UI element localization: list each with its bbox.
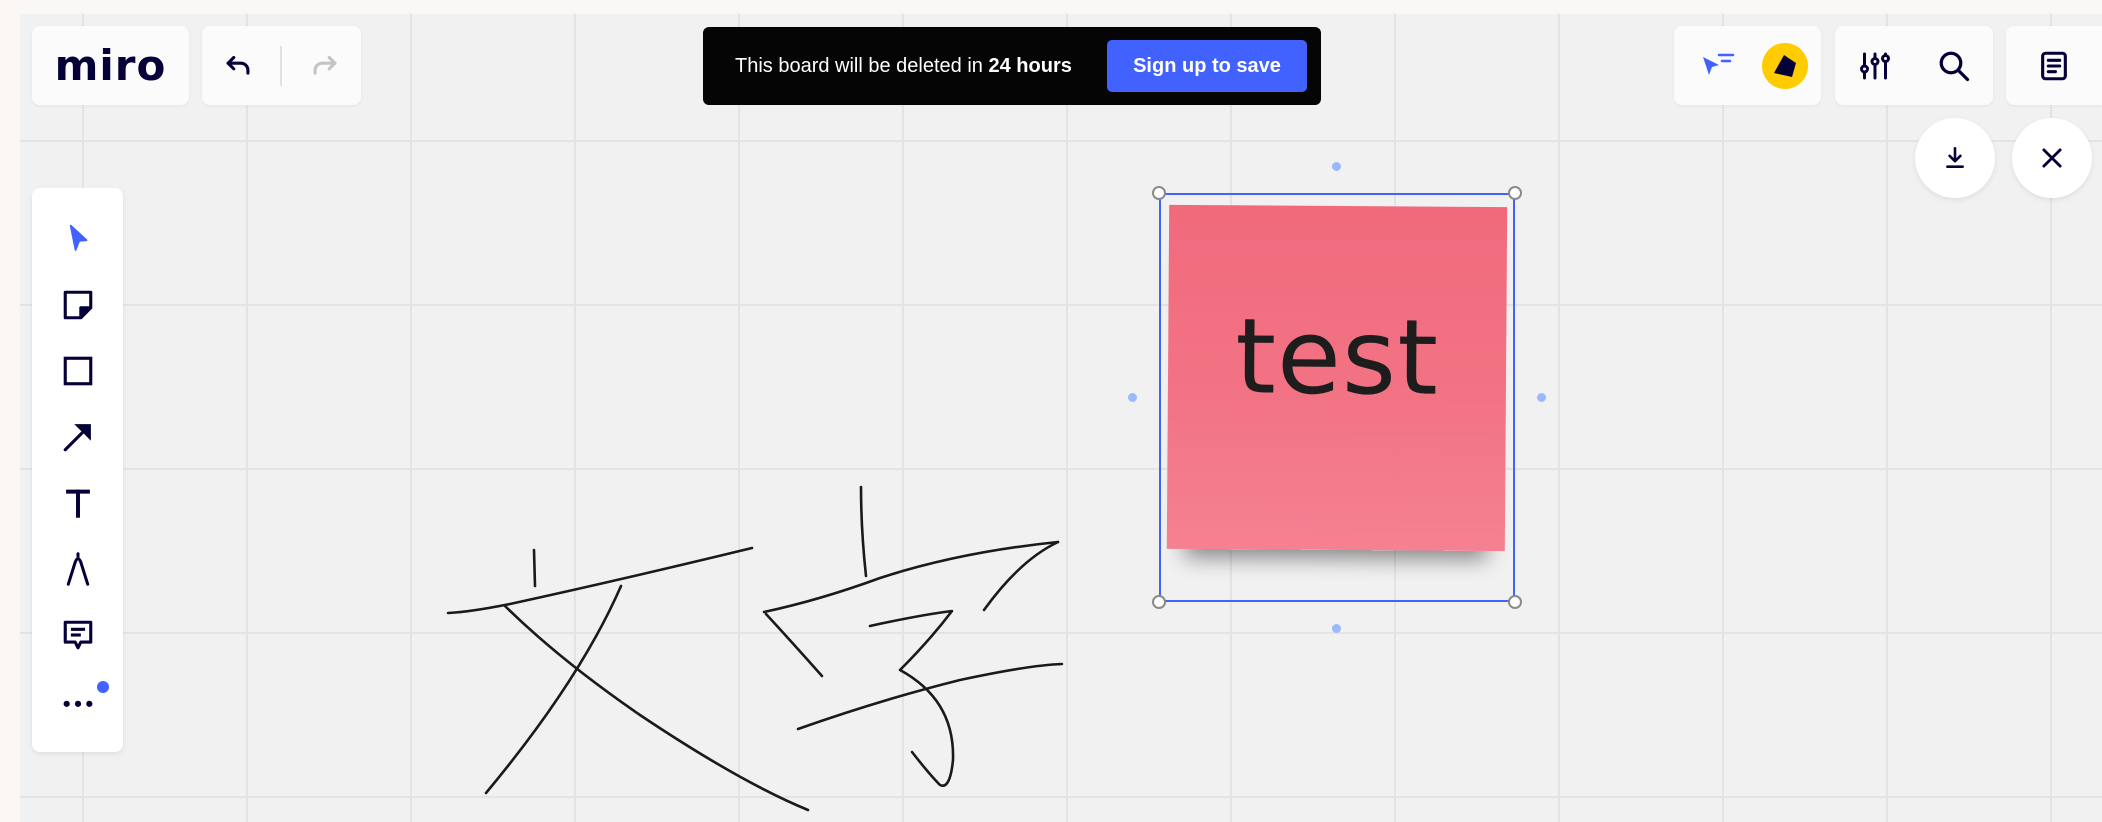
document-icon <box>2041 51 2067 80</box>
deletion-warning-banner: This board will be deleted in 24 hours S… <box>703 27 1321 105</box>
search-button[interactable] <box>1924 36 1984 96</box>
creation-toolbar <box>32 188 123 752</box>
comment-icon <box>63 620 92 650</box>
connection-point-bottom[interactable] <box>1332 624 1341 633</box>
close-icon <box>2042 148 2062 168</box>
miro-logo: miro <box>54 41 167 90</box>
sticky-note-tool[interactable] <box>32 275 123 335</box>
more-icon <box>63 700 92 707</box>
redo-button[interactable] <box>295 36 355 96</box>
connection-point-top[interactable] <box>1332 162 1341 171</box>
notes-button[interactable] <box>2024 36 2084 96</box>
arrow-line-icon <box>63 424 91 452</box>
sliders-icon <box>1859 52 1890 79</box>
sticky-note-text[interactable]: test <box>1235 295 1440 418</box>
notification-dot <box>97 681 109 693</box>
resize-handle-top-left[interactable] <box>1152 186 1166 200</box>
search-icon <box>1939 51 1969 81</box>
toolbar-divider <box>280 45 283 86</box>
pen-tool[interactable] <box>32 539 123 599</box>
download-icon <box>1946 146 1964 168</box>
undo-button[interactable] <box>208 36 268 96</box>
board-canvas[interactable] <box>20 14 2102 822</box>
settings-button[interactable] <box>1845 36 1905 96</box>
undo-icon <box>226 55 250 75</box>
line-tool[interactable] <box>32 407 123 467</box>
more-tools[interactable] <box>32 671 123 731</box>
shape-icon <box>63 356 92 386</box>
logo-panel[interactable]: miro <box>32 26 189 105</box>
banner-message-emphasis: 24 hours <box>988 54 1072 77</box>
sticky-note[interactable]: test <box>1166 204 1508 552</box>
shape-tool[interactable] <box>32 341 123 401</box>
board-tools-panel <box>1835 26 1993 105</box>
text-tool[interactable] <box>32 473 123 533</box>
cursor-follow-button[interactable] <box>1687 36 1747 96</box>
comment-tool[interactable] <box>32 605 123 665</box>
banner-message: This board will be deleted in 24 hours <box>735 55 1072 78</box>
resize-handle-bottom-left[interactable] <box>1152 595 1166 609</box>
resize-handle-bottom-right[interactable] <box>1508 595 1522 609</box>
select-icon <box>69 224 87 251</box>
user-avatar[interactable] <box>1761 42 1808 89</box>
pen-icon <box>66 552 89 586</box>
select-tool[interactable] <box>32 209 123 269</box>
collaboration-panel <box>1674 26 1821 105</box>
banner-message-prefix: This board will be deleted in <box>735 54 989 77</box>
notes-panel <box>2006 26 2102 105</box>
undo-redo-panel <box>202 26 361 105</box>
resize-handle-top-right[interactable] <box>1508 186 1522 200</box>
download-button[interactable] <box>1915 118 1995 198</box>
connection-point-right[interactable] <box>1537 393 1546 402</box>
text-icon <box>65 489 90 518</box>
connection-point-left[interactable] <box>1128 393 1137 402</box>
sticky-note-icon <box>63 290 92 320</box>
avatar-icon <box>1773 54 1796 77</box>
redo-icon <box>313 55 337 75</box>
close-button[interactable] <box>2012 118 2092 198</box>
sign-up-button[interactable]: Sign up to save <box>1107 40 1307 92</box>
cursor-filter-icon <box>1703 53 1735 75</box>
